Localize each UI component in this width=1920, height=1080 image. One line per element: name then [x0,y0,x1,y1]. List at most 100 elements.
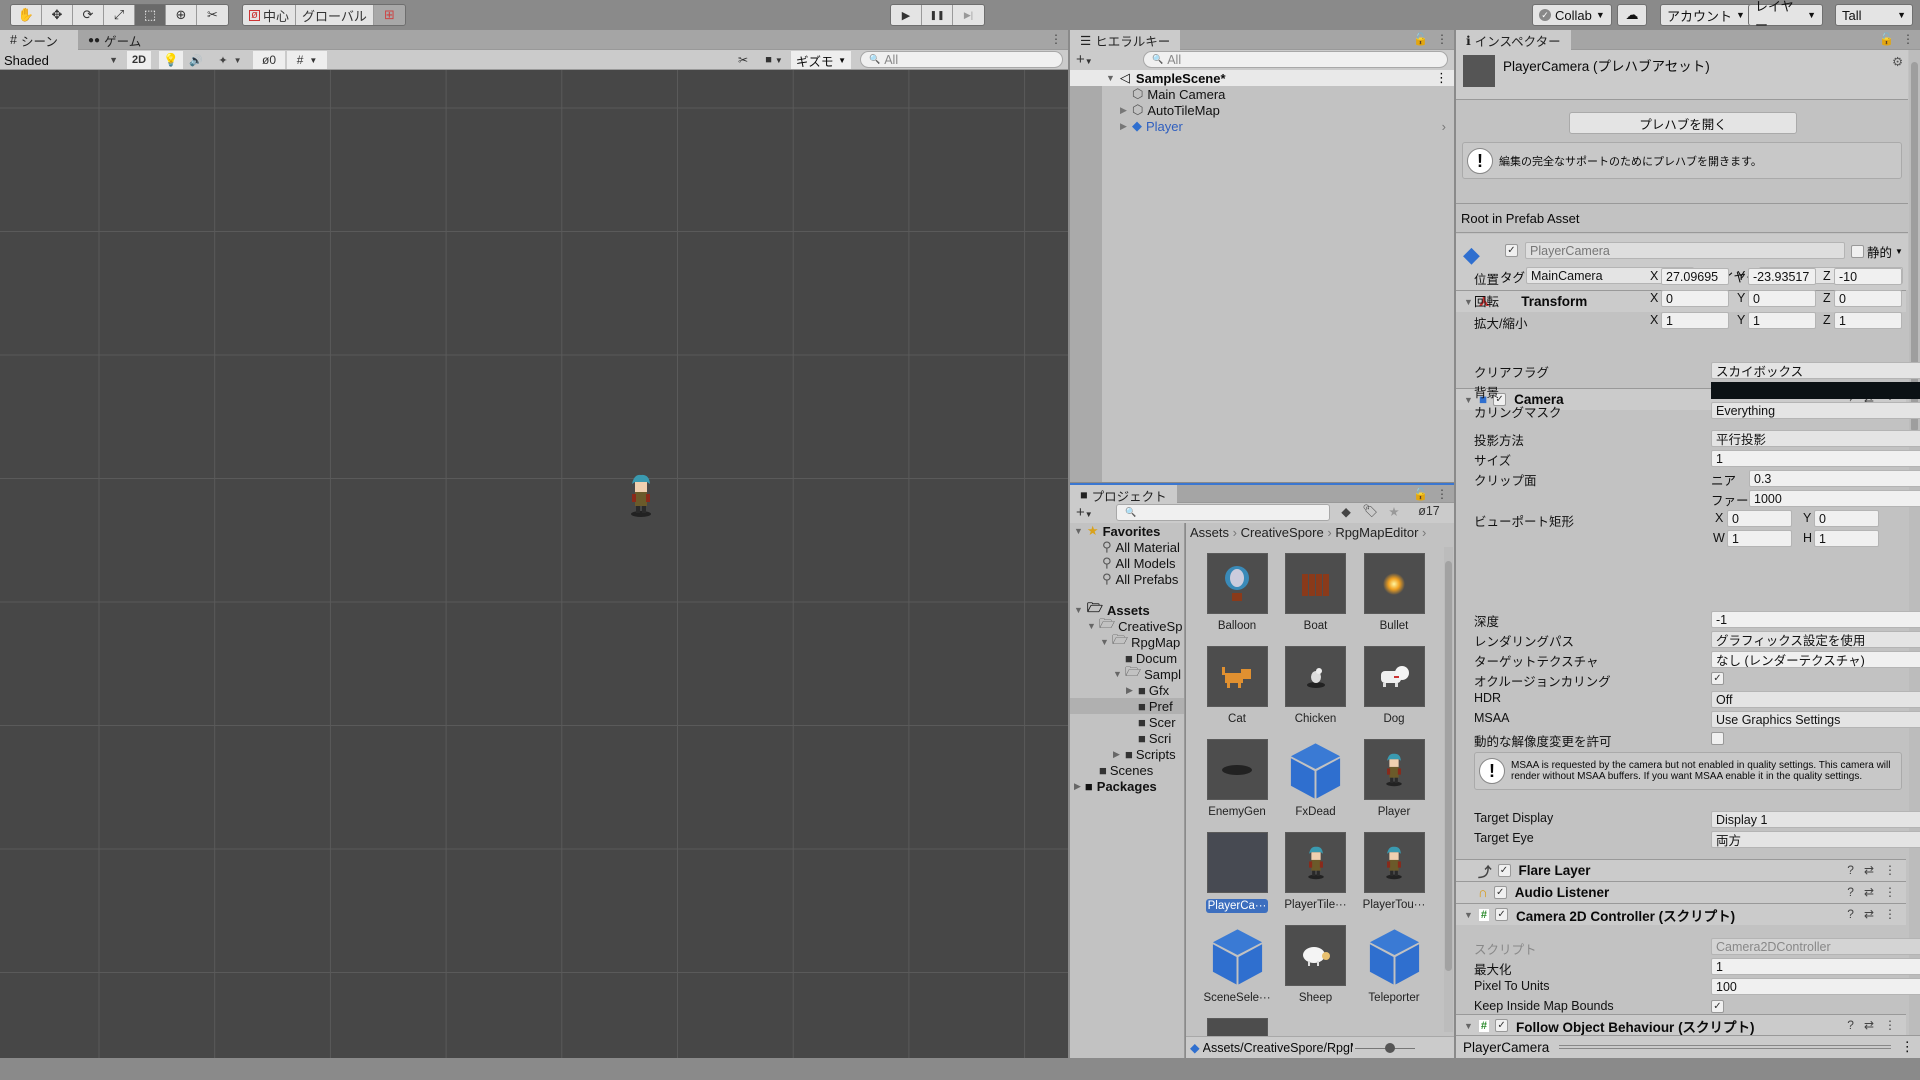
transform-position-y-field[interactable]: -23.93517 [1748,268,1816,285]
snap-icon[interactable]: ⊞ [373,5,405,25]
transform-tool-icon[interactable]: ⊕ [166,5,197,25]
packages-root[interactable]: ▶ ■ Packages [1074,778,1157,794]
script-field[interactable]: Camera2DController⊙ [1711,938,1920,955]
player-sprite[interactable] [627,474,655,518]
scene-search-input[interactable]: 🔍 All [860,51,1063,68]
rendering-path-dropdown[interactable]: グラフィックス設定を使用▼ [1711,631,1920,648]
asset-item[interactable]: Balloon [1198,553,1276,632]
size-field[interactable]: 1 [1711,450,1920,467]
favorite-item[interactable]: ⚲ All Prefabs [1102,571,1178,587]
viewport-h-field[interactable]: 1 [1814,530,1879,547]
asset-item[interactable]: PlayerTile··· [1277,832,1355,911]
folder-tree-item[interactable]: ■ Scri [1126,730,1171,746]
hierarchy-item[interactable]: ⬡ Main Camera [1070,86,1454,102]
scene-menu-icon[interactable]: ⋮ [1050,32,1062,46]
lock-icon[interactable]: 🔓 [1879,32,1894,46]
effects-dropdown[interactable]: ✦ ▼ [210,51,250,69]
shading-mode-dropdown[interactable]: Shaded ▼ [4,51,118,69]
asset-item[interactable]: Sheep [1277,925,1355,1004]
rotate-tool-icon[interactable]: ⟳ [73,5,104,25]
asset-item[interactable]: FxDead [1277,739,1355,818]
expand-arrow-icon[interactable]: ▼ [1100,637,1112,647]
grid-dropdown[interactable]: # ▼ [287,51,327,69]
asset-item[interactable]: EnemyGen [1198,739,1276,818]
scene-row[interactable]: ▼ ◁ SampleScene* ⋮ [1070,70,1454,86]
rect-tool-icon[interactable]: ⬚ [135,5,166,25]
msaa-dropdown[interactable]: Use Graphics Settings▼ [1711,711,1920,728]
folder-tree-item[interactable]: ■ Pref [1126,698,1173,714]
folder-tree-item[interactable]: ▼ 🗁 Sampl [1113,664,1181,682]
transform-scale-z-field[interactable]: 1 [1834,312,1902,329]
expand-arrow-icon[interactable]: ▼ [1106,73,1115,83]
static-toggle[interactable]: 静的 ▼ [1851,242,1903,261]
favorites-star-icon[interactable]: ★ [1383,504,1405,522]
tab-scene[interactable]: # シーン [0,30,78,50]
asset-item[interactable]: Player [1355,739,1433,818]
gear-icon[interactable]: ⚙ [1892,54,1903,69]
help-icon[interactable]: ? [1847,907,1854,921]
asset-scrollbar[interactable] [1444,547,1453,1032]
2d-toggle[interactable]: 2D [127,51,151,69]
asset-item[interactable] [1198,1018,1276,1036]
keep-inside-bounds-checkbox[interactable]: ✓ [1711,1000,1724,1013]
folder-tree-item[interactable]: ▼ 🗁 CreativeSp [1087,616,1182,634]
hierarchy-item[interactable]: ▶ ◆ Player › [1070,118,1454,134]
menu-icon[interactable]: ⋮ [1436,487,1448,501]
folder-tree-item[interactable]: ■ Scenes [1087,762,1153,778]
open-prefab-chevron-icon[interactable]: › [1442,119,1446,134]
camera2d-controller-header[interactable]: ▼ # ✓ Camera 2D Controller (スクリプト) ? ⇄ ⋮ [1456,903,1906,925]
object-name-field[interactable]: PlayerCamera [1525,242,1845,259]
pixel-to-units-field[interactable]: 100 [1711,978,1920,995]
move-tool-icon[interactable]: ✥ [42,5,73,25]
hidden-objects-toggle[interactable]: ø0 [253,51,285,69]
camera-settings-dropdown[interactable]: ■ ▼ [758,51,790,69]
background-color-swatch[interactable] [1711,382,1920,399]
scrollbar-thumb[interactable] [1445,561,1452,971]
viewport-y-field[interactable]: 0 [1814,510,1879,527]
follow-object-header[interactable]: ▼ # ✓ Follow Object Behaviour (スクリプト) ? ⇄… [1456,1014,1906,1036]
target-eye-dropdown[interactable]: 両方▼ [1711,831,1920,848]
viewport-x-field[interactable]: 0 [1727,510,1792,527]
flare-enabled-checkbox[interactable]: ✓ [1497,864,1511,877]
breadcrumb-item[interactable]: Assets [1190,525,1229,540]
help-icon[interactable]: ? [1847,1018,1854,1032]
tools-icon[interactable]: ✂ [730,51,756,69]
target-display-dropdown[interactable]: Display 1▼ [1711,811,1920,828]
hdr-dropdown[interactable]: Off▼ [1711,691,1920,708]
asset-item[interactable]: Boat [1277,553,1355,632]
asset-item[interactable]: Chicken [1277,646,1355,725]
transform-position-z-field[interactable]: -10 [1834,268,1902,285]
help-icon[interactable]: ? [1847,863,1854,877]
icon-size-slider[interactable] [1354,1042,1415,1054]
projection-dropdown[interactable]: 平行投影▼ [1711,430,1920,447]
viewport-w-field[interactable]: 1 [1727,530,1792,547]
menu-icon[interactable]: ⋮ [1436,32,1448,46]
target-texture-field[interactable]: なし (レンダーテクスチャ)⊙ [1711,651,1920,668]
expand-arrow-icon[interactable]: ▶ [1126,685,1138,696]
favorite-item[interactable]: ⚲ All Material [1102,539,1180,555]
account-dropdown[interactable]: アカウント ▼ [1660,4,1752,26]
asset-item[interactable]: SceneSele··· [1198,925,1276,1004]
audio-listener-header[interactable]: ∩ ✓ Audio Listener ? ⇄ ⋮ [1456,881,1906,903]
occlusion-culling-checkbox[interactable]: ✓ [1711,672,1724,685]
camera2d-enabled-checkbox[interactable]: ✓ [1495,908,1509,921]
gizmos-dropdown[interactable]: ギズモ ▼ [791,51,851,69]
folder-tree-item[interactable]: ■ Docum [1113,650,1177,666]
folder-tree-item[interactable]: ▶ ■ Gfx [1126,682,1169,698]
pause-button[interactable]: ❚❚ [922,5,953,25]
hand-tool-icon[interactable]: ✋ [11,5,42,25]
transform-rotation-y-field[interactable]: 0 [1748,290,1816,307]
expand-arrow-icon[interactable]: ▼ [1087,621,1099,631]
dynamic-resolution-checkbox[interactable] [1711,732,1724,745]
search-by-type-icon[interactable]: ◆ [1335,504,1357,522]
play-button[interactable]: ▶ [891,5,922,25]
preset-icon[interactable]: ⇄ [1864,863,1874,877]
layers-dropdown[interactable]: レイヤー ▼ [1748,0,1823,33]
component-menu-icon[interactable]: ⋮ [1884,1018,1896,1032]
collab-button[interactable]: ✓ Collab ▼ [1532,4,1612,26]
breadcrumb-item[interactable]: RpgMapEditor [1335,525,1418,540]
project-search-input[interactable]: 🔍 [1116,504,1330,521]
audio-toggle-icon[interactable]: 🔊 [185,51,207,69]
custom-tool-icon[interactable]: ✂ [197,5,228,25]
menu-icon[interactable]: ⋮ [1902,32,1914,46]
